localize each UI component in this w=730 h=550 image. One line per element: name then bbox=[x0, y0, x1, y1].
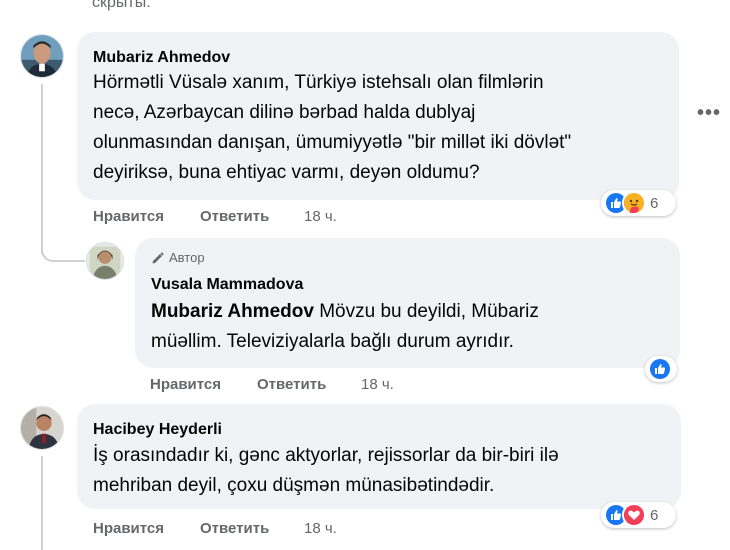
comment-bubble: Mubariz Ahmedov Hörmətli Vüsalə xanım, T… bbox=[77, 32, 679, 200]
avatar[interactable] bbox=[86, 242, 124, 280]
reactions-summary[interactable] bbox=[645, 356, 677, 382]
comment-author[interactable]: Mubariz Ahmedov bbox=[93, 49, 230, 67]
comment-actions: Нравится Ответить 18 ч. bbox=[93, 208, 393, 228]
comment-text-line: Mubariz Ahmedov Mövzu bu deyildi, Mübari… bbox=[151, 297, 539, 327]
comment-text-line: mehriban deyil, çoxu düşmən münasibətind… bbox=[93, 475, 495, 496]
love-reaction-icon bbox=[622, 503, 646, 527]
reaction-count[interactable]: 6 bbox=[650, 507, 658, 524]
more-options-icon[interactable]: ••• bbox=[697, 102, 721, 125]
comment-timestamp[interactable]: 18 ч. bbox=[304, 520, 337, 537]
like-reaction-icon bbox=[648, 357, 672, 381]
comment-timestamp[interactable]: 18 ч. bbox=[361, 376, 394, 393]
comment-author[interactable]: Vusala Mammadova bbox=[151, 276, 303, 294]
like-button[interactable]: Нравится bbox=[150, 376, 221, 393]
hidden-notice-text: скрыты. bbox=[92, 0, 151, 11]
avatar[interactable] bbox=[20, 406, 64, 450]
thread-line-bottom bbox=[41, 456, 43, 550]
comment-timestamp[interactable]: 18 ч. bbox=[304, 208, 337, 225]
care-reaction-icon bbox=[622, 191, 646, 215]
comment-text-line: müəllim. Televiziyalarla bağlı durum ayr… bbox=[151, 331, 514, 352]
thread-connector bbox=[41, 232, 85, 262]
reactions-summary[interactable]: 6 bbox=[601, 502, 676, 528]
comment-text-line: İş orasındadır ki, gənc aktyorlar, rejis… bbox=[93, 445, 559, 466]
comment-text-line: necə, Azərbaycan dilinə bərbad halda dub… bbox=[93, 102, 476, 123]
comment-text-line: olunmasından danışan, ümumiyyətlə "bir m… bbox=[93, 132, 572, 153]
reactions-summary[interactable]: 6 bbox=[601, 190, 676, 216]
like-button[interactable]: Нравится bbox=[93, 520, 164, 537]
thread-line bbox=[41, 84, 43, 254]
avatar[interactable] bbox=[20, 34, 64, 78]
author-badge: Автор bbox=[151, 250, 205, 265]
reply-button[interactable]: Ответить bbox=[200, 520, 269, 537]
reply-button[interactable]: Ответить bbox=[257, 376, 326, 393]
comment-author[interactable]: Hacibey Heyderli bbox=[93, 421, 222, 439]
comment-text-line: Hörmətli Vüsalə xanım, Türkiyə istehsalı… bbox=[93, 72, 544, 93]
comment-text-line: deyiriksə, buna ehtiyac varmı, deyən old… bbox=[93, 162, 480, 183]
comment-text-fragment: Mövzu bu deyildi, Mübariz bbox=[313, 301, 539, 322]
reaction-count[interactable]: 6 bbox=[650, 195, 658, 212]
comment-bubble: Hacibey Heyderli İş orasındadır ki, gənc… bbox=[77, 404, 681, 509]
avatar-photo-icon bbox=[21, 407, 63, 449]
author-badge-label: Автор bbox=[169, 250, 205, 265]
like-button[interactable]: Нравится bbox=[93, 208, 164, 225]
avatar-photo-icon bbox=[87, 243, 123, 279]
reply-bubble: Автор Vusala Mammadova Mubariz Ahmedov M… bbox=[135, 238, 680, 368]
comment-actions: Нравится Ответить 18 ч. bbox=[150, 376, 450, 396]
pencil-icon bbox=[152, 251, 164, 263]
mention-link[interactable]: Mubariz Ahmedov bbox=[151, 301, 314, 322]
comment-actions: Нравится Ответить 18 ч. bbox=[93, 520, 393, 540]
reply-button[interactable]: Ответить bbox=[200, 208, 269, 225]
avatar-photo-icon bbox=[21, 35, 63, 77]
